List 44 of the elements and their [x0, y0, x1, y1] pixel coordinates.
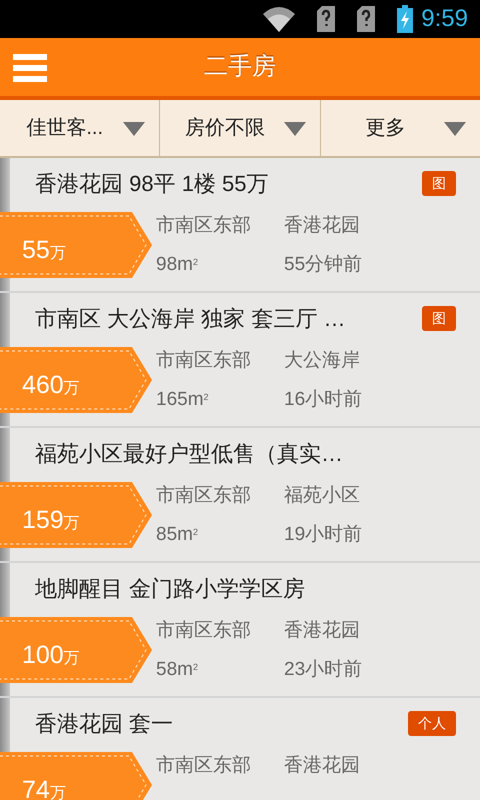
price-text: 159万: [22, 505, 80, 536]
sim-card-icon: [317, 6, 336, 32]
price-text: 100万: [22, 640, 80, 671]
area-text: 98m$^{2}$: [156, 252, 199, 276]
wifi-icon: [263, 6, 296, 32]
area-text: 85m$^{2}$: [156, 522, 199, 546]
listing-title[interactable]: 市南区 大公海岸 独家 套三厅 …: [35, 302, 422, 334]
time-text: 19小时前: [284, 522, 364, 546]
district-text: 市南区东部: [156, 484, 252, 508]
caret-icon: [444, 122, 466, 136]
caret-icon: [284, 122, 306, 136]
caret-icon: [123, 122, 146, 136]
listing-title[interactable]: 地脚醒目 金门路小学学区房: [35, 572, 456, 604]
header-title: 二手房: [204, 52, 276, 82]
clock-text: 9:59: [421, 4, 468, 34]
area-text: 165m$^{2}$: [156, 388, 210, 412]
district-text: 市南区东部: [156, 619, 252, 643]
district-text: 市南区东部: [156, 349, 252, 373]
community-text: 香港花园: [284, 214, 361, 238]
community-text: 香港花园: [284, 754, 361, 778]
price-text: 55万: [22, 235, 66, 266]
listing-tag: 个人: [408, 710, 456, 736]
community-text: 福苑小区: [284, 484, 361, 508]
community-text: 大公海岸: [284, 349, 361, 373]
filter-dropdown[interactable]: 更多: [320, 100, 480, 156]
area-text: 58m$^{2}$: [156, 658, 199, 682]
time-text: 16小时前: [284, 388, 364, 412]
menu-icon[interactable]: [13, 54, 47, 82]
filter-dropdown[interactable]: 房价不限: [159, 100, 320, 156]
sim-card-icon: [357, 6, 376, 32]
filter-dropdown[interactable]: 佳世客...: [0, 100, 160, 156]
district-text: 市南区东部: [156, 214, 252, 238]
district-text: 市南区东部: [156, 754, 252, 778]
price-text: 460万: [22, 370, 80, 401]
battery-charging-icon: [397, 5, 414, 33]
listing-tag: 图: [422, 306, 456, 330]
listing-title[interactable]: 香港花园 98平 1楼 55万: [35, 166, 422, 200]
listing-tag: 图: [422, 170, 456, 196]
price-text: 74万: [22, 775, 66, 800]
time-text: 55分钟前: [284, 252, 364, 276]
time-text: 23小时前: [284, 658, 364, 682]
listing-title[interactable]: 福苑小区最好户型低售（真实…: [35, 436, 456, 470]
listing-title[interactable]: 香港花园 套一: [35, 706, 408, 740]
community-text: 香港花园: [284, 619, 361, 643]
